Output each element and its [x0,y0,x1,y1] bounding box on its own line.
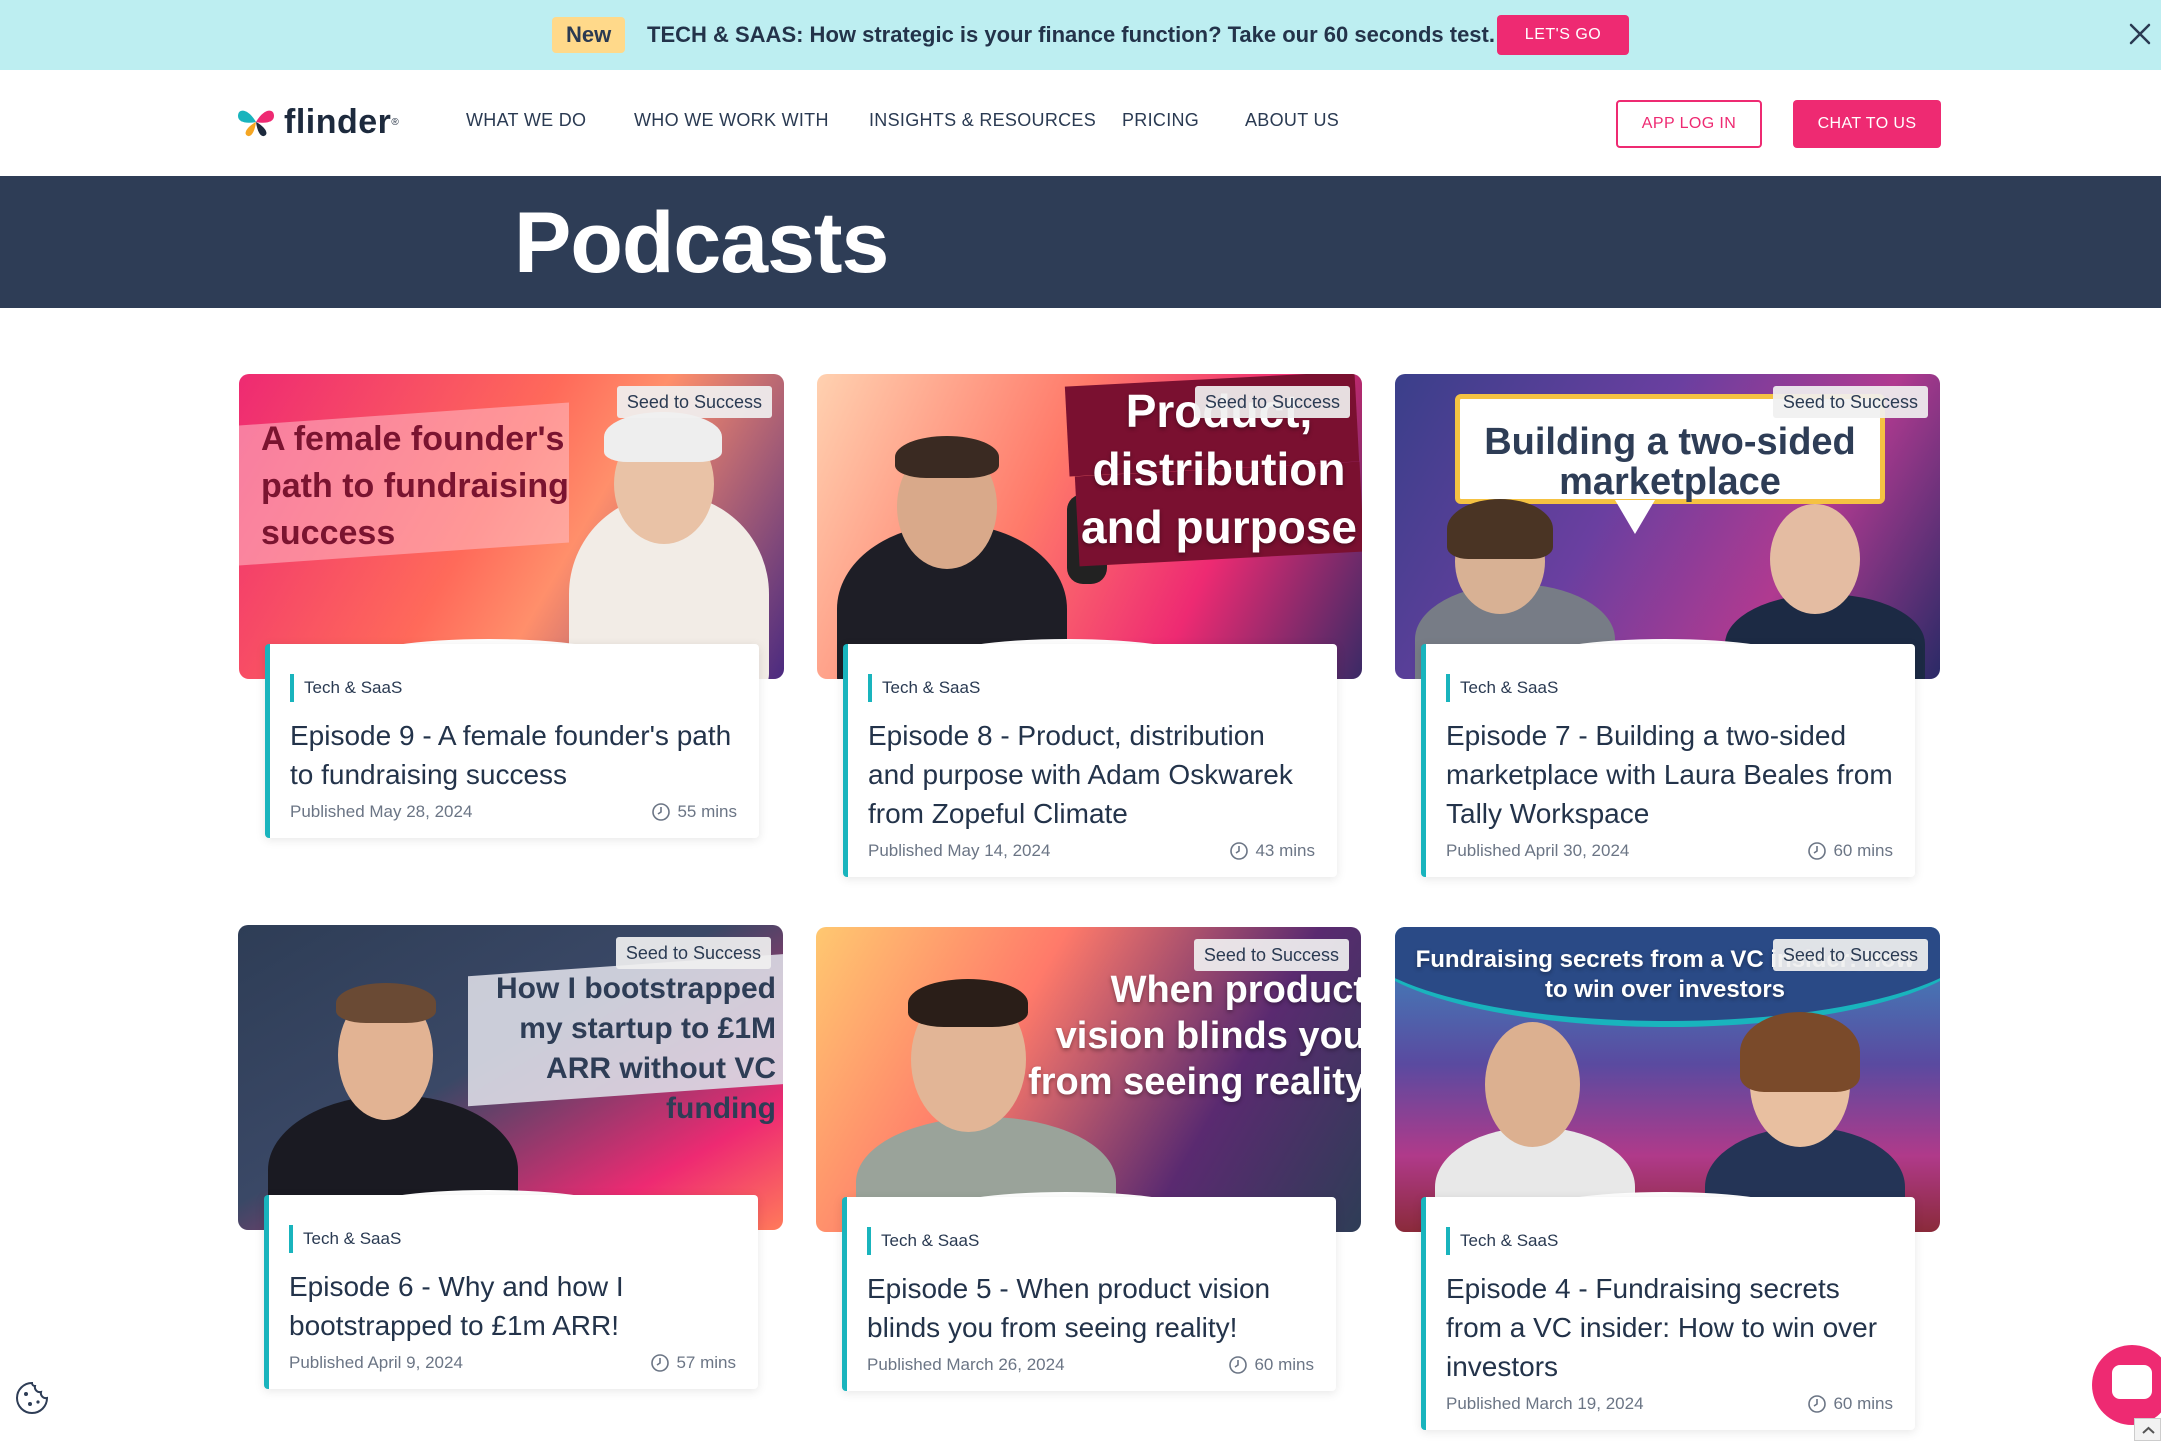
thumbnail-caption: A female founder's path to fundraising s… [261,420,569,552]
series-tag: Seed to Success [1194,386,1350,418]
episode-title[interactable]: Episode 8 - Product, distribution and pu… [868,716,1315,833]
nav-pricing[interactable]: PRICING [1122,110,1199,131]
published-date: Published May 14, 2024 [868,841,1051,860]
series-tag: Seed to Success [1193,939,1349,971]
episode-title[interactable]: Episode 5 - When product vision blinds y… [867,1269,1314,1347]
page-hero: Podcasts [0,176,2161,308]
clock-icon [1808,842,1827,860]
category-label: Tech & SaaS [867,1227,1314,1255]
series-tag: Seed to Success [1772,386,1928,418]
main-nav: flinder ® WHAT WE DO WHO WE WORK WITH INS… [0,70,2161,176]
duration: 60 mins [1807,1394,1893,1414]
episode-info: Tech & SaaS Episode 5 - When product vis… [842,1197,1336,1391]
episode-thumbnail[interactable]: Product, distribution and purpose Seed t… [817,374,1362,679]
series-tag: Seed to Success [615,937,771,969]
category-label: Tech & SaaS [868,674,1315,702]
chevron-up-icon[interactable] [2134,1418,2161,1441]
clock-icon [651,1354,670,1372]
nav-insights-resources[interactable]: INSIGHTS & RESOURCES [869,110,1096,131]
published-date: Published April 30, 2024 [1446,841,1630,860]
category-label: Tech & SaaS [289,1225,736,1253]
clock-icon [1230,842,1249,860]
episode-title[interactable]: Episode 9 - A female founder's path to f… [290,716,737,794]
duration: 57 mins [650,1353,736,1373]
episode-info: Tech & SaaS Episode 8 - Product, distrib… [843,644,1337,877]
thumbnail-caption: Building a two-sided marketplace [1484,421,1856,503]
category-label: Tech & SaaS [1446,1227,1893,1255]
lets-go-button[interactable]: LET'S GO [1497,15,1629,55]
clock-icon [652,803,671,821]
thumbnail-caption: When product vision blinds you from seei… [1028,969,1361,1103]
app-login-button[interactable]: APP LOG IN [1616,100,1762,148]
category-label: Tech & SaaS [1446,674,1893,702]
episode-title[interactable]: Episode 6 - Why and how I bootstrapped t… [289,1267,736,1345]
episode-thumbnail[interactable]: Fundraising secrets from a VC insider: H… [1395,927,1940,1232]
nav-about-us[interactable]: ABOUT US [1245,110,1339,131]
series-tag: Seed to Success [616,386,772,418]
cookie-icon[interactable] [14,1380,50,1416]
chat-icon[interactable] [2092,1345,2161,1425]
series-tag: Seed to Success [1772,939,1928,971]
page-title: Podcasts [514,195,889,291]
category-label: Tech & SaaS [290,674,737,702]
episode-info: Tech & SaaS Episode 7 - Building a two-s… [1421,644,1915,877]
published-date: Published April 9, 2024 [289,1353,463,1372]
duration: 43 mins [1229,841,1315,861]
episode-info: Tech & SaaS Episode 6 - Why and how I bo… [264,1195,758,1389]
clock-icon [1229,1356,1248,1374]
chat-to-us-button[interactable]: CHAT TO US [1793,100,1941,148]
announcement-message: TECH & SAAS: How strategic is your finan… [647,22,1495,47]
nav-who-we-work-with[interactable]: WHO WE WORK WITH [634,110,829,131]
close-icon[interactable] [2124,18,2156,50]
episode-info: Tech & SaaS Episode 4 - Fundraising secr… [1421,1197,1915,1430]
nav-what-we-do[interactable]: WHAT WE DO [466,110,586,131]
clock-icon [1808,1395,1827,1413]
flinder-logo[interactable]: flinder ® [236,100,399,144]
butterfly-logo-icon [238,110,274,137]
episode-title[interactable]: Episode 4 - Fundraising secrets from a V… [1446,1269,1893,1386]
duration: 60 mins [1228,1355,1314,1375]
published-date: Published March 19, 2024 [1446,1394,1644,1413]
episode-thumbnail[interactable]: A female founder's path to fundraising s… [239,374,784,679]
published-date: Published May 28, 2024 [290,802,473,821]
episode-title[interactable]: Episode 7 - Building a two-sided marketp… [1446,716,1893,833]
duration: 60 mins [1807,841,1893,861]
episode-thumbnail[interactable]: When product vision blinds you from seei… [816,927,1361,1232]
announcement-bar: New TECH & SAAS: How strategic is your f… [0,0,2161,70]
episode-thumbnail[interactable]: Building a two-sided marketplace Seed to… [1395,374,1940,679]
published-date: Published March 26, 2024 [867,1355,1065,1374]
duration: 55 mins [651,802,737,822]
episode-thumbnail[interactable]: How I bootstrapped my startup to £1M ARR… [238,925,783,1230]
thumbnail-caption: How I bootstrapped my startup to £1M ARR… [496,972,776,1125]
logo-wordmark: flinder [284,102,392,141]
new-badge: New [552,17,626,53]
episode-info: Tech & SaaS Episode 9 - A female founder… [265,644,759,838]
